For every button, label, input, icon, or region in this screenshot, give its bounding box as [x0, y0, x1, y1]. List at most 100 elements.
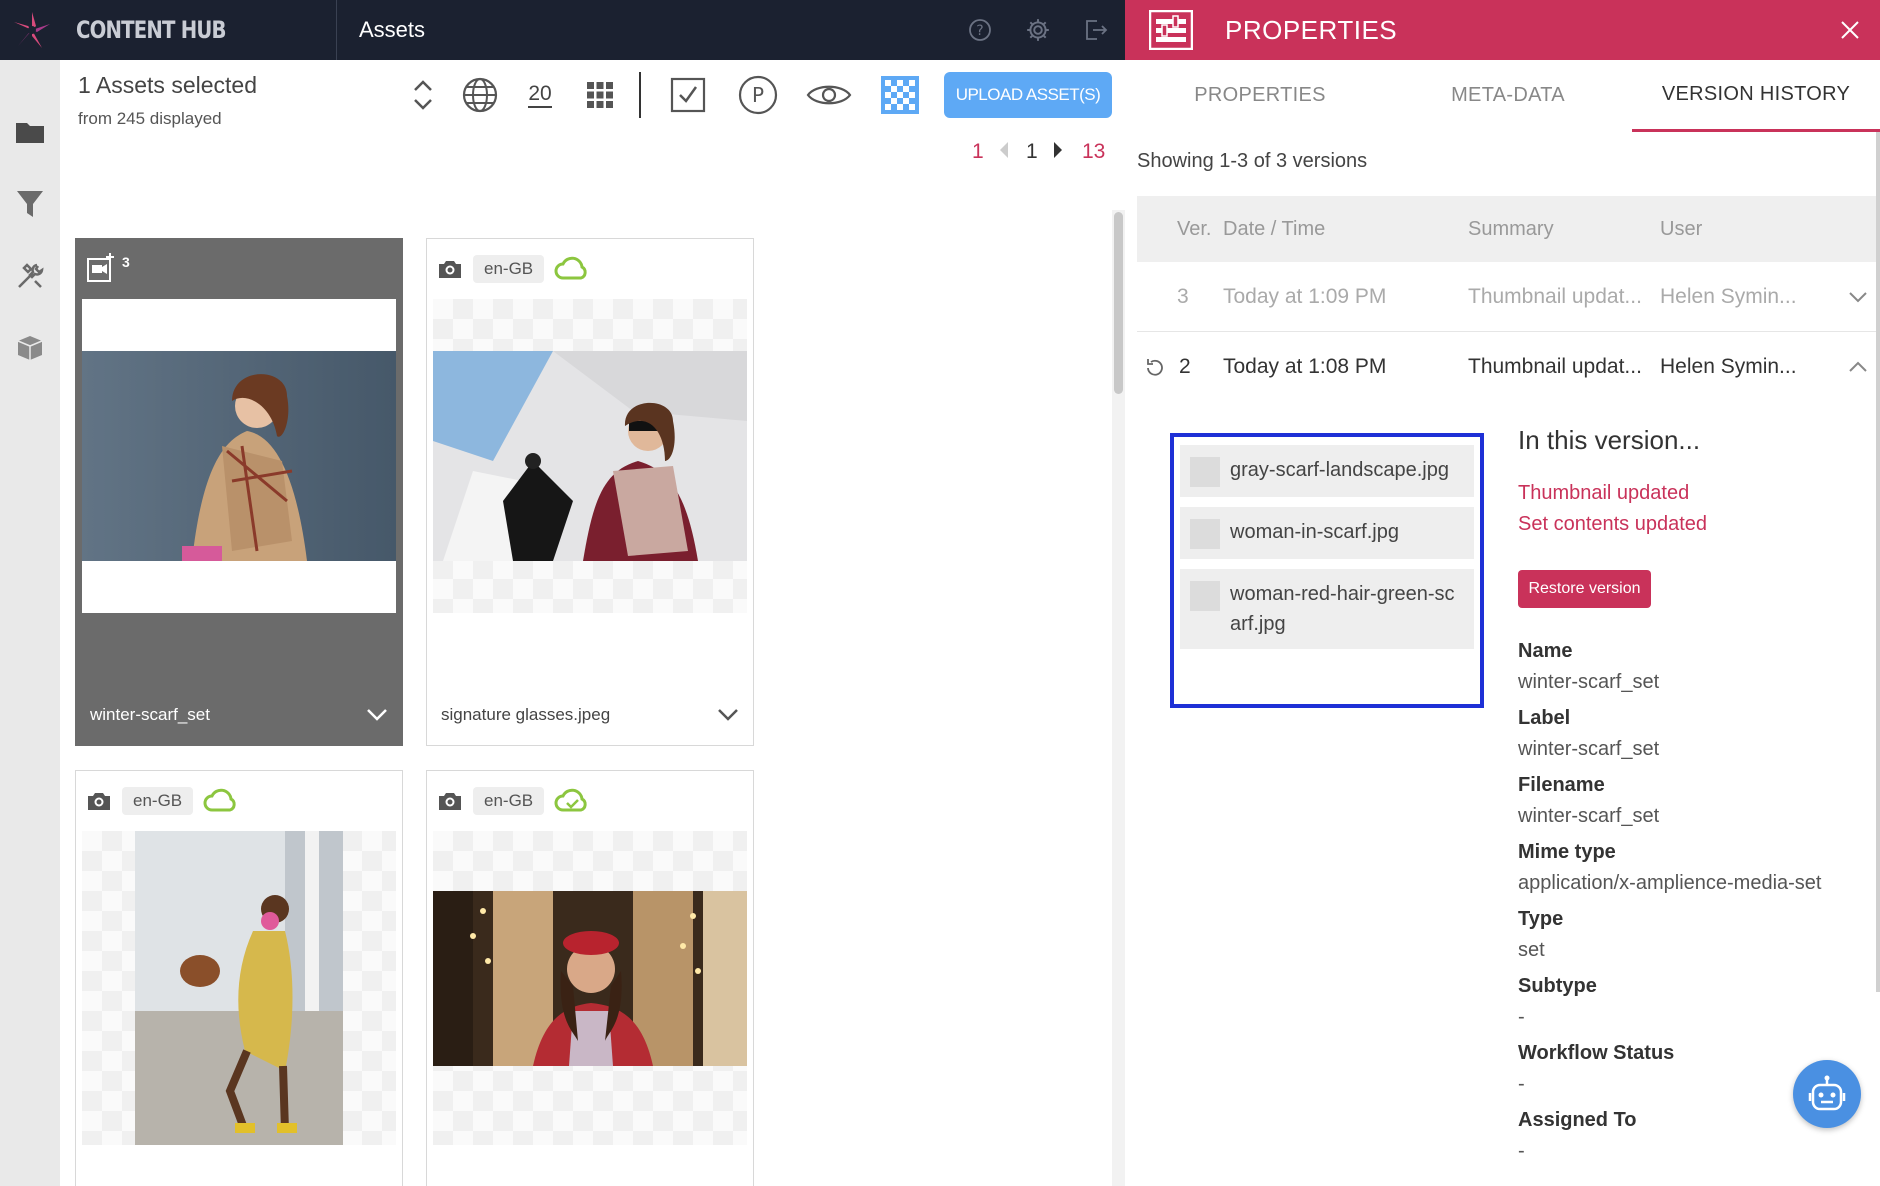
restore-version-button[interactable]: Restore version [1518, 570, 1651, 608]
tab-version-history[interactable]: VERSION HISTORY [1632, 60, 1880, 132]
versions-count: Showing 1-3 of 3 versions [1137, 150, 1368, 172]
page-size-selector[interactable]: 20 [520, 70, 560, 120]
tools-icon[interactable] [0, 240, 60, 312]
close-icon[interactable] [1820, 0, 1880, 60]
meta-value: application/x-amplience-media-set [1518, 872, 1822, 894]
help-icon[interactable]: ? [951, 0, 1009, 60]
upload-assets-button[interactable]: UPLOAD ASSET(S) [944, 72, 1112, 118]
asset-name: signature glasses.jpeg [441, 705, 611, 724]
folder-icon[interactable] [0, 96, 60, 168]
package-box-icon[interactable] [0, 312, 60, 384]
properties-tabs: PROPERTIES META-DATA VERSION HISTORY [1136, 60, 1880, 132]
pager-prev-icon[interactable] [998, 140, 1010, 166]
camera-icon [88, 793, 110, 810]
cloud-published-icon [554, 256, 587, 280]
version-file-item[interactable]: gray-scarf-landscape.jpg [1180, 445, 1474, 497]
page-title: Assets [359, 17, 426, 42]
version-row-expanded[interactable]: 2 Today at 1:08 PM Thumbnail updat... He… [1137, 332, 1880, 402]
asset-card[interactable]: en-GB [75, 770, 403, 1186]
version-row[interactable]: 3 Today at 1:09 PM Thumbnail updat... He… [1137, 262, 1880, 332]
file-name: gray-scarf-landscape.jpg [1230, 459, 1449, 481]
file-name: woman-in-scarf.jpg [1230, 521, 1399, 543]
meta-value: set [1518, 939, 1545, 961]
properties-title: PROPERTIES [1225, 14, 1398, 45]
asset-card[interactable]: en-GB signature glasses.jpeg [426, 238, 754, 746]
meta-value: winter-scarf_set [1518, 805, 1660, 827]
meta-value: - [1518, 1140, 1525, 1162]
pager-next-icon[interactable] [1052, 140, 1064, 166]
version-number: 3 [1177, 284, 1189, 308]
column-header-summary: Summary [1468, 217, 1554, 240]
meta-label: Type [1518, 908, 1564, 930]
chevron-down-icon[interactable] [1835, 291, 1880, 303]
asset-card[interactable]: en-GB [426, 770, 754, 1186]
select-all-checkbox-icon[interactable] [668, 70, 708, 120]
globe-icon[interactable] [458, 70, 502, 120]
grid-view-icon[interactable] [580, 70, 620, 120]
tab-meta-data[interactable]: META-DATA [1384, 60, 1632, 132]
media-set-icon [87, 253, 114, 282]
pager-current: 1 [1026, 140, 1038, 163]
file-checkbox[interactable] [1190, 519, 1220, 549]
column-header-date: Date / Time [1223, 217, 1326, 240]
version-change: Thumbnail updated [1518, 482, 1690, 504]
version-summary: Thumbnail updat... [1468, 355, 1642, 378]
file-checkbox[interactable] [1190, 581, 1220, 611]
card-header: en-GB [76, 771, 402, 831]
asset-grid-scrollbar-thumb[interactable] [1114, 212, 1123, 394]
locale-badge: en-GB [122, 787, 194, 815]
meta-value: - [1518, 1006, 1525, 1028]
version-file-item[interactable]: woman-red-hair-green-scarf.jpg [1180, 569, 1474, 649]
camera-icon [439, 793, 461, 810]
version-user: Helen Symin... [1660, 284, 1797, 308]
meta-label: Workflow Status [1518, 1042, 1675, 1064]
in-this-version-heading: In this version... [1518, 425, 1701, 455]
chevron-down-icon[interactable] [366, 708, 388, 722]
chevron-up-icon[interactable] [1835, 361, 1880, 373]
asset-image [433, 891, 747, 1066]
pager-last[interactable]: 13 [1082, 140, 1105, 164]
logout-icon[interactable] [1067, 0, 1125, 60]
content-hub-logo-icon [14, 12, 50, 48]
locale-badge: en-GB [473, 255, 545, 283]
file-checkbox[interactable] [1190, 457, 1220, 487]
pager-first[interactable]: 1 [972, 140, 984, 164]
version-date: Today at 1:08 PM [1223, 355, 1387, 378]
file-name: woman-red-hair-green-scarf.jpg [1230, 583, 1455, 635]
version-summary: Thumbnail updat... [1468, 284, 1642, 308]
chevron-down-icon[interactable] [717, 708, 739, 722]
chatbot-assistant-icon[interactable] [1793, 1060, 1861, 1128]
settings-gear-icon[interactable] [1009, 0, 1067, 60]
brand[interactable]: CONTENT HUB [0, 0, 337, 60]
properties-scrollbar[interactable] [1876, 132, 1880, 992]
asset-card[interactable]: 3 winter-scarf_set [75, 238, 403, 746]
tab-properties[interactable]: PROPERTIES [1136, 60, 1384, 132]
svg-text:P: P [752, 83, 764, 107]
version-file-item[interactable]: woman-in-scarf.jpg [1180, 507, 1474, 559]
asset-image [433, 351, 747, 561]
meta-label: Mime type [1518, 841, 1616, 863]
toolbar-divider [638, 70, 642, 120]
version-date: Today at 1:09 PM [1223, 284, 1387, 308]
meta-label: Subtype [1518, 975, 1597, 997]
asset-image [82, 351, 396, 561]
selected-count: 1 Assets selected [78, 72, 257, 98]
svg-text:?: ? [976, 23, 983, 39]
sort-toggle-icon[interactable] [408, 70, 438, 120]
card-header: 3 [76, 239, 402, 299]
asset-image [135, 831, 343, 1145]
transparency-toggle-icon[interactable] [878, 70, 922, 120]
brand-name: CONTENT HUB [76, 16, 227, 44]
asset-thumbnail [82, 831, 396, 1145]
meta-value: winter-scarf_set [1518, 738, 1660, 760]
meta-label: Label [1518, 707, 1571, 729]
publish-p-icon[interactable]: P [736, 70, 780, 120]
left-nav [0, 60, 60, 1186]
preview-eye-icon[interactable] [804, 70, 854, 120]
meta-label: Name [1518, 640, 1573, 662]
top-bar: CONTENT HUB Assets ? [0, 0, 1125, 60]
version-table-header: Ver. Date / Time Summary User [1137, 196, 1880, 262]
filter-icon[interactable] [0, 168, 60, 240]
displayed-count: from 245 displayed [78, 109, 222, 128]
restore-history-icon[interactable] [1143, 355, 1167, 379]
